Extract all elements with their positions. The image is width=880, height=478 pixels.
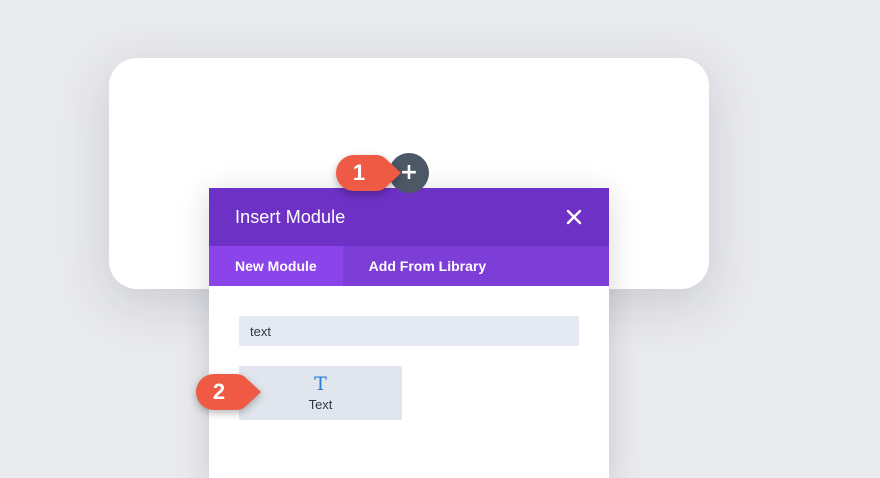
callout-number: 2 [212,379,226,404]
module-search-input[interactable] [239,316,579,346]
tab-new-module[interactable]: New Module [209,246,343,286]
module-item-text[interactable]: T Text [239,366,402,420]
plus-icon: + [399,159,419,185]
text-module-icon: T [314,372,327,395]
modal-title: Insert Module [235,206,346,227]
close-icon [566,209,582,225]
close-button[interactable] [565,208,583,226]
insert-module-modal: Insert Module New Module Add From Librar… [209,188,609,478]
tab-add-from-library[interactable]: Add From Library [343,246,512,286]
modal-tabs: New Module Add From Library [209,246,609,286]
module-item-label: Text [308,396,333,412]
step-callout-1: 1 [336,155,402,191]
callout-number: 1 [352,160,366,185]
modal-header: Insert Module [209,188,609,246]
step-callout-2: 2 [196,374,262,410]
